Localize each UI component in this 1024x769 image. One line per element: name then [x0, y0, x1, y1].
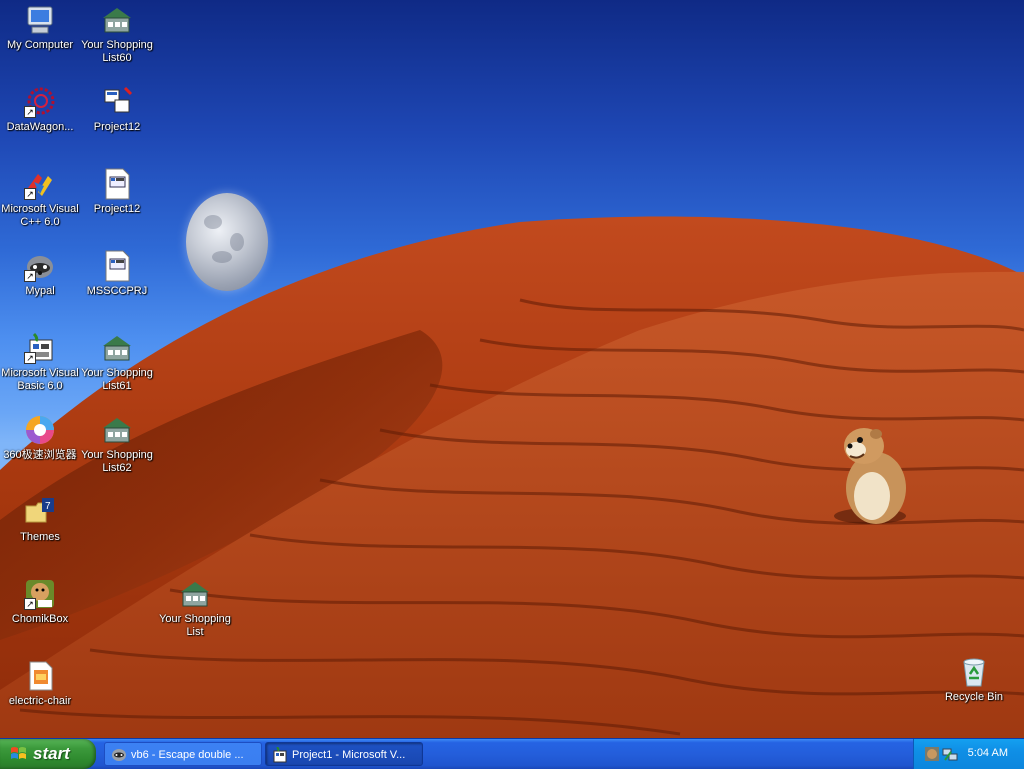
desktop[interactable]: My Computer ↗ DataWagon... ↗ Microsoft V…: [0, 0, 1024, 738]
electric-chair-file-icon: [24, 660, 56, 692]
shortcut-arrow-icon: ↗: [24, 188, 36, 200]
recycle-bin-icon: [958, 656, 990, 688]
hamster-desktop-pet[interactable]: [826, 424, 916, 528]
desktop-icon-visual-cpp[interactable]: ↗ Microsoft Visual C++ 6.0: [0, 168, 80, 229]
chomikbox-tray-icon[interactable]: [924, 746, 940, 762]
desktop-icon-mssccprj[interactable]: MSSCCPRJ: [77, 250, 157, 298]
visual-basic-icon: [273, 747, 287, 763]
clock[interactable]: 5:04 AM: [968, 747, 1008, 759]
desktop-icon-shopping-list[interactable]: Your Shopping List: [155, 578, 235, 639]
datawagon-icon: ↗: [24, 86, 56, 118]
system-tray: 5:04 AM: [913, 739, 1024, 769]
vb-project-icon: [101, 86, 133, 118]
taskbar-button-label: vb6 - Escape double ...: [131, 749, 244, 761]
taskbar: start vb6 - Escape double ... Project1 -…: [0, 738, 1024, 769]
desktop-icon-mypal[interactable]: ↗ Mypal: [0, 250, 80, 298]
svg-text:7: 7: [45, 501, 51, 512]
taskbar-button-project1-vb[interactable]: Project1 - Microsoft V...: [265, 742, 423, 766]
shortcut-arrow-icon: ↗: [24, 270, 36, 282]
visual-basic-icon: ↗: [24, 332, 56, 364]
vb-document-icon: [101, 250, 133, 282]
desktop-icon-shopping-list-60[interactable]: Your Shopping List60: [77, 4, 157, 65]
start-label: start: [33, 744, 70, 763]
desktop-icon-shopping-list-62[interactable]: Your Shopping List62: [77, 414, 157, 475]
desktop-icon-my-computer[interactable]: My Computer: [0, 4, 80, 52]
desktop-icon-project12-doc[interactable]: Project12: [77, 168, 157, 216]
network-tray-icon[interactable]: [942, 746, 958, 762]
desktop-icon-chomikbox[interactable]: ↗ ChomikBox: [0, 578, 80, 626]
shopping-list-house-icon: [179, 578, 211, 610]
desktop-icon-visual-basic[interactable]: ↗ Microsoft Visual Basic 6.0: [0, 332, 80, 393]
desktop-icon-360-browser[interactable]: 360极速浏览器: [0, 414, 80, 462]
desktop-icon-electric-chair[interactable]: electric-chair: [0, 660, 80, 708]
desktop-icon-recycle-bin[interactable]: Recycle Bin: [934, 656, 1014, 704]
start-button[interactable]: start: [0, 739, 96, 769]
desktop-icon-shopping-list-61[interactable]: Your Shopping List61: [77, 332, 157, 393]
shortcut-arrow-icon: ↗: [24, 598, 36, 610]
taskbar-button-vb6-escape[interactable]: vb6 - Escape double ...: [104, 742, 262, 766]
windows-flag-icon: [11, 747, 26, 759]
vb-document-icon: [101, 168, 133, 200]
shortcut-arrow-icon: ↗: [24, 352, 36, 364]
desktop-icon-themes[interactable]: 7 Themes: [0, 496, 80, 544]
browser-360-icon: [24, 414, 56, 446]
desktop-icon-project12-vbp[interactable]: Project12: [77, 86, 157, 134]
desktop-icon-datawagon[interactable]: ↗ DataWagon...: [0, 86, 80, 134]
taskbar-button-label: Project1 - Microsoft V...: [292, 749, 406, 761]
shortcut-arrow-icon: ↗: [24, 106, 36, 118]
mypal-raccoon-icon: ↗: [24, 250, 56, 282]
moon: [186, 193, 268, 291]
shopping-list-house-icon: [101, 332, 133, 364]
themes-folder-icon: 7: [24, 496, 56, 528]
mypal-raccoon-icon: [112, 749, 126, 761]
shopping-list-house-icon: [101, 414, 133, 446]
my-computer-icon: [24, 4, 56, 36]
visual-cpp-icon: ↗: [24, 168, 56, 200]
shopping-list-house-icon: [101, 4, 133, 36]
chomikbox-icon: ↗: [24, 578, 56, 610]
